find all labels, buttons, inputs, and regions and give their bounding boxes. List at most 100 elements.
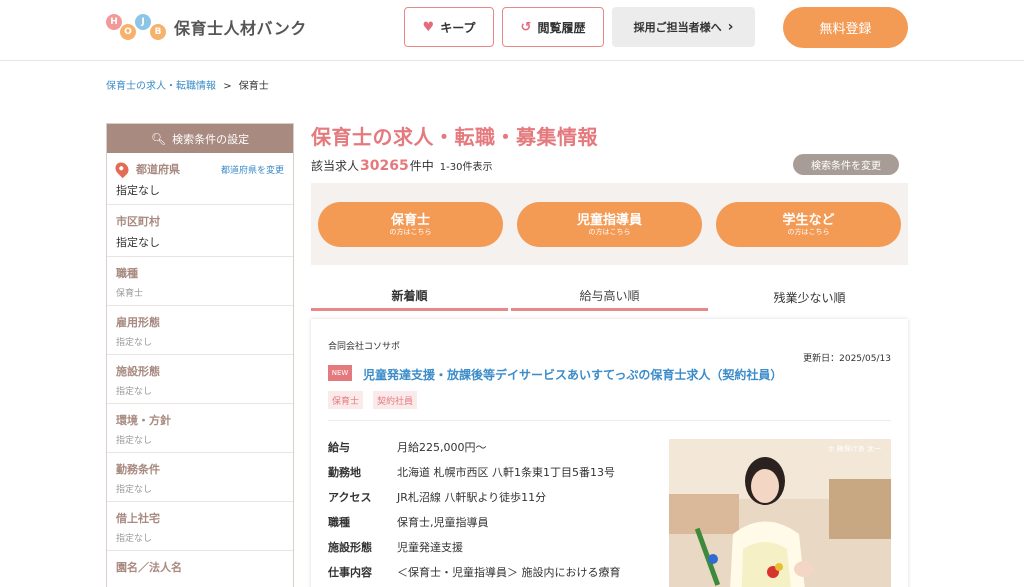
logo-letter-b: B bbox=[150, 24, 166, 40]
category-label: 児童指導員 bbox=[576, 212, 642, 228]
sidebar-section-facility: 施設形態 指定なし bbox=[107, 355, 293, 404]
category-button-jidou[interactable]: 児童指導員 の方はこちら bbox=[517, 202, 702, 247]
logo-mark: H O J B bbox=[106, 12, 166, 42]
page-title: 保育士の求人・転職・募集情報 bbox=[311, 125, 598, 149]
breadcrumb-link-jobs[interactable]: 保育士の求人・転職情報 bbox=[106, 81, 216, 92]
sidebar-value[interactable]: 指定なし bbox=[116, 177, 284, 204]
company-name: 合同会社コソサポ bbox=[328, 342, 401, 352]
sidebar-label: 借上社宅 bbox=[116, 512, 160, 525]
sidebar-value[interactable]: 指定なし bbox=[116, 330, 284, 354]
category-sub: の方はこちら bbox=[389, 227, 432, 236]
sidebar-label-wrap: 都道府県 bbox=[112, 159, 180, 179]
sidebar-section-occupation: 職種 保育士 bbox=[107, 257, 293, 306]
sidebar-label-row: 施設形態 bbox=[116, 355, 284, 379]
change-prefecture-link[interactable]: 都道府県を変更 bbox=[221, 163, 284, 176]
sidebar-label: 都道府県 bbox=[136, 163, 180, 176]
history-icon: ↺ bbox=[520, 19, 532, 35]
history-label: 閲覧履歴 bbox=[537, 20, 586, 35]
detail-row-description: 仕事内容 ＜保育士・児童指導員＞ 施設内における療育 bbox=[328, 564, 647, 581]
logo-letter-h: H bbox=[106, 14, 122, 30]
sidebar-section-employment: 雇用形態 指定なし bbox=[107, 306, 293, 355]
detail-value: JR札沼線 八軒駅より徒歩11分 bbox=[397, 491, 547, 504]
sidebar-label-row: 園名／法人名 bbox=[116, 551, 284, 575]
sidebar-value[interactable]: 指定なし bbox=[116, 526, 284, 550]
search-settings-label: 検索条件の設定 bbox=[172, 132, 250, 146]
sidebar-value[interactable]: 指定なし bbox=[116, 379, 284, 403]
corporate-label: 採用ご担当者様へ bbox=[633, 21, 722, 34]
category-label: 学生など bbox=[782, 212, 835, 228]
detail-key: 職種 bbox=[328, 516, 350, 529]
register-button[interactable]: 無料登録 bbox=[783, 7, 908, 48]
updated-date: 更新日：2025/05/13 bbox=[803, 354, 891, 364]
sidebar-label: 施設形態 bbox=[116, 365, 160, 378]
category-button-student[interactable]: 学生など の方はこちら bbox=[716, 202, 901, 247]
corporate-link-button[interactable]: 採用ご担当者様へ › bbox=[612, 7, 755, 47]
keep-button[interactable]: ♥ キープ bbox=[404, 7, 494, 47]
search-sidebar: 🔍︎ 検索条件の設定 都道府県 都道府県を変更 指定なし 市区町村 指定なし 職… bbox=[106, 123, 294, 587]
change-conditions-button[interactable]: 検索条件を変更 bbox=[793, 154, 899, 175]
tab-salary[interactable]: 給与高い順 bbox=[511, 283, 708, 311]
search-settings-header[interactable]: 🔍︎ 検索条件の設定 bbox=[107, 124, 293, 153]
detail-key: 施設形態 bbox=[328, 541, 372, 554]
job-card[interactable]: 合同会社コソサポ 更新日：2025/05/13 NEW 児童発達支援・放課後等デ… bbox=[311, 319, 908, 587]
result-count: 該当求人 30265 件中 1-30件表示 bbox=[311, 157, 492, 174]
divider bbox=[328, 420, 891, 421]
detail-key: 仕事内容 bbox=[328, 566, 372, 579]
photo-caption: ホ 梅保けあ 太一 bbox=[828, 444, 881, 453]
history-button[interactable]: ↺ 閲覧履歴 bbox=[502, 7, 604, 47]
site-logo[interactable]: H O J B 保育士人材バンク bbox=[106, 12, 307, 42]
search-icon: 🔍︎ bbox=[150, 131, 167, 146]
sidebar-value[interactable]: 指定なし bbox=[116, 229, 284, 256]
breadcrumb: 保育士の求人・転職情報 > 保育士 bbox=[106, 77, 269, 92]
sidebar-section-housing: 借上社宅 指定なし bbox=[107, 502, 293, 551]
detail-row-salary: 給与 月給225,000円〜 bbox=[328, 439, 647, 456]
job-tag: 保育士 bbox=[328, 391, 364, 409]
location-pin-icon bbox=[112, 159, 132, 179]
sidebar-label-row: 市区町村 bbox=[116, 205, 284, 229]
heart-icon: ♥ bbox=[422, 19, 435, 35]
detail-key: アクセス bbox=[328, 491, 372, 504]
sidebar-label: 市区町村 bbox=[116, 215, 160, 228]
category-label: 保育士 bbox=[390, 212, 430, 228]
sidebar-value[interactable]: 保育士 bbox=[116, 281, 284, 305]
detail-key: 勤務地 bbox=[328, 466, 361, 479]
sort-tabs: 新着順 給与高い順 残業少ない順 bbox=[311, 283, 908, 311]
sidebar-section-environment: 環境・方針 指定なし bbox=[107, 404, 293, 453]
job-title-link[interactable]: 児童発達支援・放課後等デイサービスあいすてっぷの保育士求人（契約社員） bbox=[363, 366, 782, 383]
keep-label: キープ bbox=[440, 20, 476, 35]
sidebar-value[interactable]: 指定なし bbox=[116, 477, 284, 501]
sidebar-section-conditions: 勤務条件 指定なし bbox=[107, 453, 293, 502]
count-number: 30265 bbox=[360, 158, 409, 174]
tab-newest[interactable]: 新着順 bbox=[311, 283, 508, 311]
sidebar-label-row: 雇用形態 bbox=[116, 306, 284, 330]
category-panel: 保育士 の方はこちら 児童指導員 の方はこちら 学生など の方はこちら bbox=[311, 183, 908, 265]
detail-row-location: 勤務地 北海道 札幌市西区 八軒1条東1丁目5番13号 bbox=[328, 464, 647, 481]
detail-value: 月給225,000円〜 bbox=[397, 441, 487, 454]
breadcrumb-separator: > bbox=[223, 81, 232, 92]
sidebar-label-row: 借上社宅 bbox=[116, 502, 284, 526]
sidebar-label: 園名／法人名 bbox=[116, 561, 182, 574]
detail-key: 給与 bbox=[328, 441, 350, 454]
result-range: 1-30件表示 bbox=[439, 162, 493, 173]
job-photo[interactable]: ホ 梅保けあ 太一 bbox=[669, 439, 891, 587]
sidebar-section-city: 市区町村 指定なし bbox=[107, 205, 293, 257]
logo-letter-j: J bbox=[135, 14, 151, 30]
count-prefix: 該当求人 bbox=[311, 159, 360, 173]
detail-row-access: アクセス JR札沼線 八軒駅より徒歩11分 bbox=[328, 489, 647, 506]
tab-overtime[interactable]: 残業少ない順 bbox=[711, 283, 908, 311]
detail-value: 保育士,児童指導員 bbox=[397, 516, 489, 529]
detail-value: 北海道 札幌市西区 八軒1条東1丁目5番13号 bbox=[397, 466, 615, 479]
category-button-hoikushi[interactable]: 保育士 の方はこちら bbox=[318, 202, 503, 247]
job-tag: 契約社員 bbox=[373, 391, 418, 409]
detail-row-facility: 施設形態 児童発達支援 bbox=[328, 539, 647, 556]
breadcrumb-current: 保育士 bbox=[238, 81, 269, 92]
detail-value: ＜保育士・児童指導員＞ 施設内における療育 bbox=[397, 566, 621, 579]
sidebar-value[interactable]: 指定なし bbox=[116, 428, 284, 452]
logo-name: 保育士人材バンク bbox=[174, 19, 307, 38]
sidebar-label-row: 都道府県 都道府県を変更 bbox=[112, 153, 284, 179]
detail-value: 児童発達支援 bbox=[397, 541, 463, 554]
category-sub: の方はこちら bbox=[588, 227, 631, 236]
sidebar-section-company: 園名／法人名 bbox=[107, 551, 293, 575]
category-sub: の方はこちら bbox=[787, 227, 830, 236]
sidebar-label: 勤務条件 bbox=[116, 463, 160, 476]
